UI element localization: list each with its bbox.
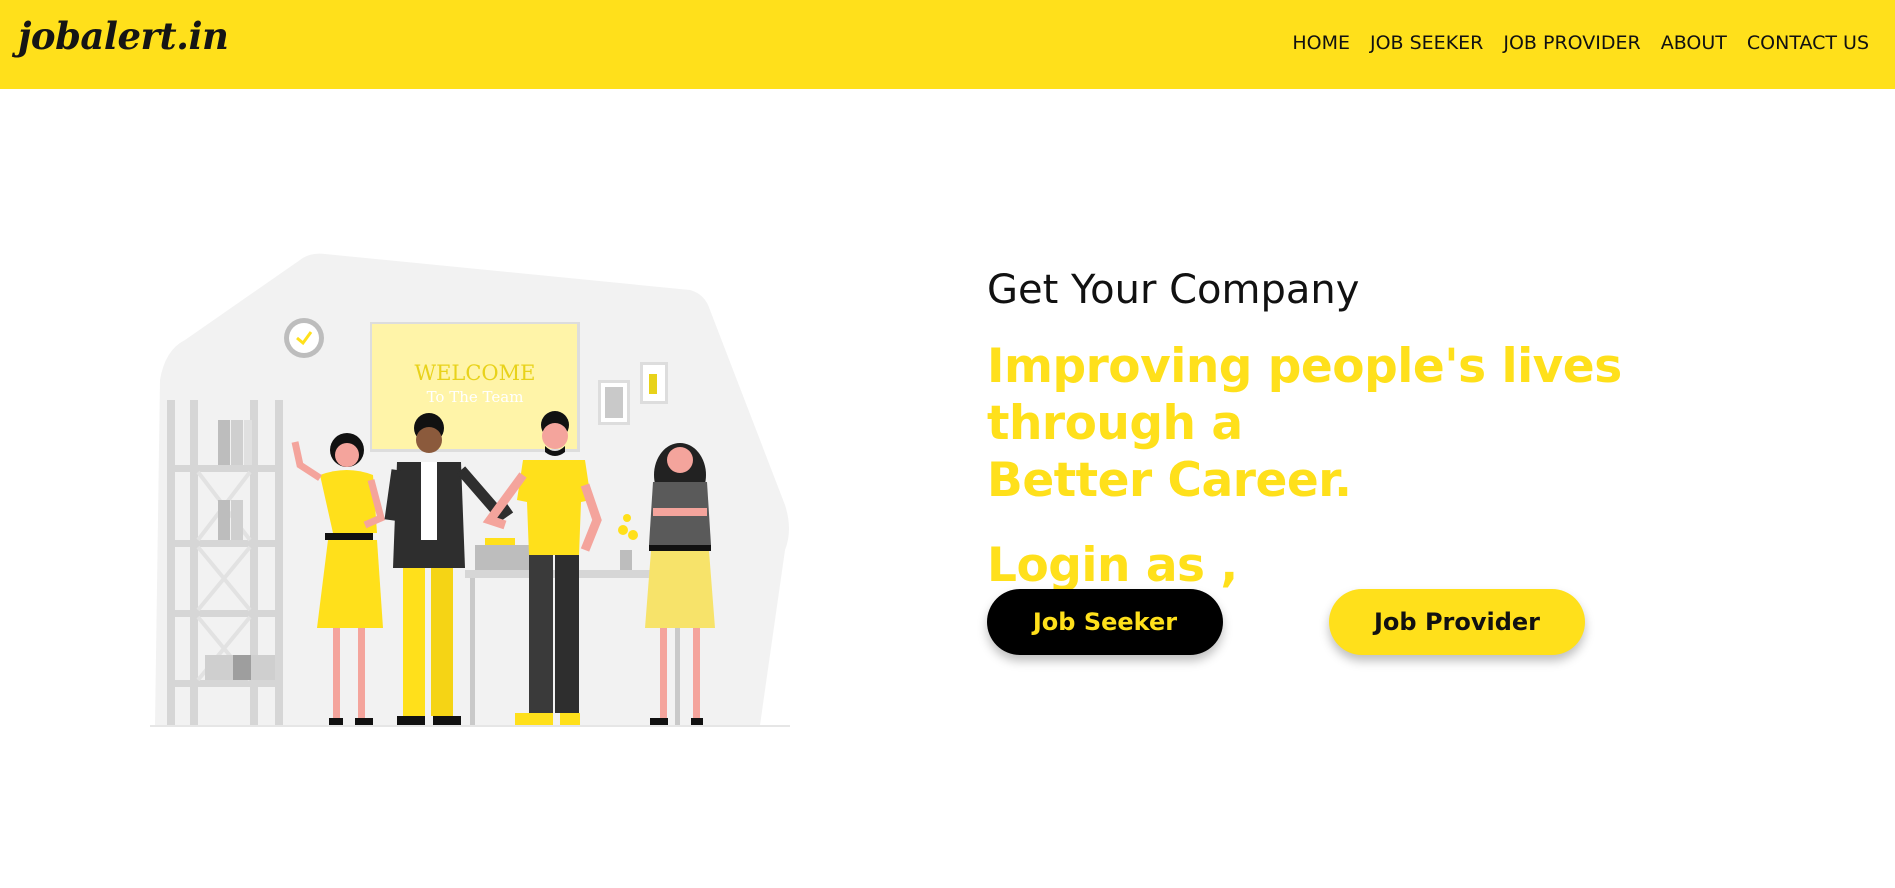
hero-headline-line2: Better Career. — [987, 453, 1352, 508]
welcome-sign-subtext: To The Team — [427, 388, 524, 406]
illustration-svg: WELCOME To The Team — [150, 253, 790, 727]
hero-headline: Improving people's lives through a Bette… — [987, 338, 1787, 509]
nav-home-link[interactable]: HOME — [1292, 32, 1350, 54]
login-buttons: Job Seeker Job Provider — [987, 589, 1585, 655]
nav-contact-us-link[interactable]: CONTACT US — [1747, 32, 1869, 54]
hero-headline-line1: Improving people's lives through a — [987, 339, 1622, 451]
login-prompt: Login as , — [987, 538, 1238, 593]
brand-logo[interactable]: jobalert.in — [18, 14, 229, 58]
top-navbar: jobalert.in HOME JOB SEEKER JOB PROVIDER… — [0, 0, 1895, 89]
hero-text: Get Your Company Improving people's live… — [987, 264, 1787, 594]
team-welcome-illustration: WELCOME To The Team — [145, 250, 795, 730]
job-provider-button[interactable]: Job Provider — [1329, 589, 1585, 655]
nav-job-provider-link[interactable]: JOB PROVIDER — [1503, 32, 1640, 54]
nav-about-link[interactable]: ABOUT — [1661, 32, 1727, 54]
welcome-sign-text: WELCOME — [415, 361, 536, 385]
clock-icon — [284, 318, 324, 358]
job-seeker-button[interactable]: Job Seeker — [987, 589, 1223, 655]
floor-line — [150, 725, 790, 727]
hero-subtitle: Get Your Company — [987, 267, 1360, 313]
nav-job-seeker-link[interactable]: JOB SEEKER — [1370, 32, 1483, 54]
nav-links: HOME JOB SEEKER JOB PROVIDER ABOUT CONTA… — [1272, 0, 1869, 85]
